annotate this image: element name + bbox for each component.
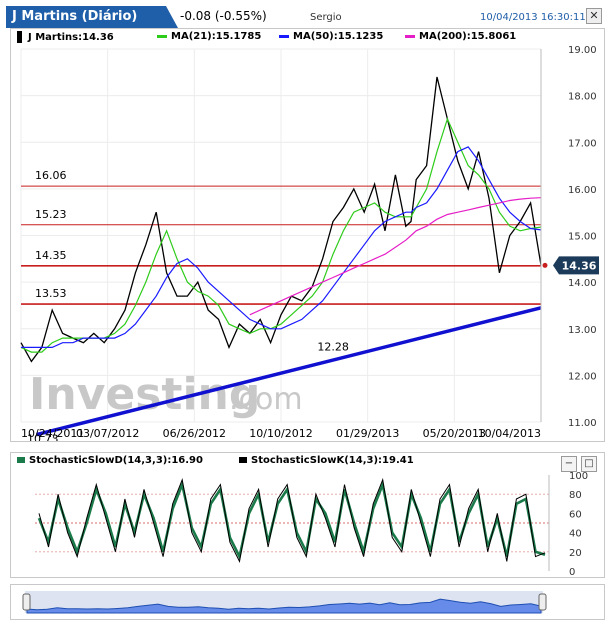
y-tick-label: 13.00 bbox=[568, 325, 597, 336]
y-tick-label: 14.00 bbox=[568, 278, 597, 289]
navigator-panel bbox=[10, 584, 605, 620]
price-change: -0.08 (-0.55%) bbox=[180, 9, 267, 23]
x-axis: 10/24/201103/07/2012 06/26/2012 10/10/2012… bbox=[21, 427, 541, 440]
right-handle[interactable] bbox=[538, 593, 547, 611]
watermark-suffix: .com bbox=[229, 382, 303, 417]
last-price-marker: 14.36 bbox=[542, 256, 599, 275]
stoch-y-tick-label: 60 bbox=[569, 509, 582, 520]
level-label: 15.23 bbox=[35, 208, 67, 221]
stoch-y-tick-label: 100 bbox=[569, 471, 588, 482]
price-chart[interactable]: 16.06 15.23 14.35 13.53 Investing .com 12.2… bbox=[11, 29, 604, 441]
y-tick-label: 19.00 bbox=[568, 45, 597, 56]
stoch-series-slowd bbox=[37, 480, 546, 561]
navigator[interactable] bbox=[11, 585, 604, 619]
close-icon[interactable]: ✕ bbox=[586, 8, 602, 24]
y-tick-label: 17.00 bbox=[568, 138, 597, 149]
stoch-series-slowk bbox=[38, 477, 546, 563]
last-price-dot bbox=[542, 262, 548, 268]
x-tick-label: 03/07/2012 bbox=[76, 427, 139, 440]
grid bbox=[20, 48, 542, 423]
x-tick-label: 06/26/2012 bbox=[163, 427, 226, 440]
annotation-low-label: 12.28 bbox=[317, 340, 349, 353]
x-tick-label: 10/24/2011 bbox=[21, 427, 84, 440]
y-tick-label: 11.00 bbox=[568, 418, 597, 429]
price-panel: J Martins:14.36 MA(21):15.1785 MA(50):15… bbox=[10, 28, 605, 442]
x-tick-label: 01/29/2013 bbox=[336, 427, 399, 440]
stochastic-panel: StochasticSlowD(14,3,3):16.90 Stochastic… bbox=[10, 452, 605, 578]
stoch-y-tick-label: 0 bbox=[569, 567, 575, 577]
stoch-y-axis: 100 80 60 40 20 0 bbox=[548, 471, 588, 577]
timestamp: 10/04/2013 16:30:11 bbox=[480, 12, 586, 23]
header-bar: J Martins (Diário) -0.08 (-0.55%) Sergio… bbox=[6, 6, 603, 28]
y-tick-label: 16.00 bbox=[568, 185, 597, 196]
sub-label: Sergio bbox=[310, 12, 342, 23]
level-label: 16.06 bbox=[35, 169, 67, 182]
stoch-y-tick-label: 20 bbox=[569, 548, 582, 559]
x-tick-label: 05/20/2013 bbox=[423, 427, 486, 440]
y-tick-label: 12.00 bbox=[568, 371, 597, 382]
stochastic-chart[interactable]: 100 80 60 40 20 0 bbox=[11, 453, 604, 577]
x-tick-label: 10/04/2013 bbox=[478, 427, 541, 440]
y-tick-label: 15.00 bbox=[568, 232, 597, 243]
chart-title: J Martins (Diário) bbox=[6, 6, 178, 28]
level-label: 13.53 bbox=[35, 287, 67, 300]
watermark-brand: Investing bbox=[29, 369, 260, 420]
stoch-series-lines bbox=[37, 477, 546, 563]
last-price-label: 14.36 bbox=[562, 259, 597, 272]
stoch-y-tick-label: 40 bbox=[569, 529, 582, 540]
left-handle[interactable] bbox=[22, 593, 31, 611]
level-label: 14.35 bbox=[35, 249, 67, 262]
x-tick-label: 10/10/2012 bbox=[249, 427, 312, 440]
y-axis: 19.00 18.00 17.00 16.00 15.00 14.00 13.00 12.00… bbox=[540, 45, 597, 429]
stoch-y-tick-label: 80 bbox=[569, 490, 582, 501]
y-tick-label: 18.00 bbox=[568, 92, 597, 103]
